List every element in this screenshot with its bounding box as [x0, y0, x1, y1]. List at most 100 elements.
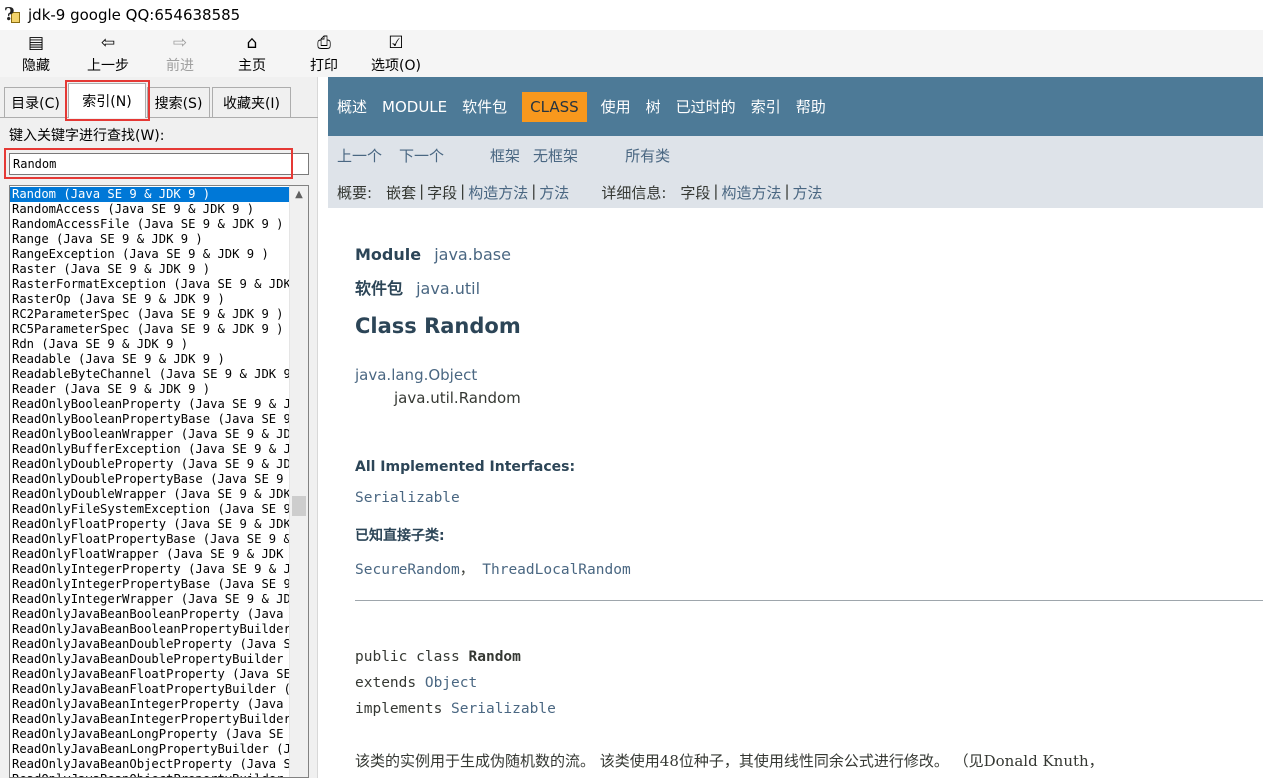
tab-favorites[interactable]: 收藏夹(I)	[212, 87, 291, 117]
object-link[interactable]: java.lang.Object	[355, 366, 477, 384]
index-list-item[interactable]: Raster (Java SE 9 & JDK 9 )	[10, 262, 289, 277]
nav-tree[interactable]: 树	[646, 96, 661, 117]
keyword-search-input[interactable]	[9, 153, 309, 175]
all-classes-link[interactable]: 所有类	[625, 145, 670, 166]
index-list-item[interactable]: Range (Java SE 9 & JDK 9 )	[10, 232, 289, 247]
index-listbox[interactable]: Random (Java SE 9 & JDK 9 ) RandomAccess …	[9, 185, 309, 778]
detail-constructor-link[interactable]: 构造方法	[721, 182, 781, 203]
index-list-item[interactable]: ReadOnlyFloatWrapper (Java SE 9 & JDK 9 …	[10, 547, 289, 562]
nav-overview[interactable]: 概述	[337, 96, 367, 117]
prev-class-link[interactable]: 上一个	[337, 145, 382, 166]
module-link[interactable]: java.base	[434, 245, 511, 264]
index-list-item[interactable]: ReadOnlyJavaBeanFloatProperty (Java SE 9…	[10, 667, 289, 682]
forward-label: 前进	[166, 58, 194, 74]
index-list-item[interactable]: ReadOnlyBooleanProperty (Java SE 9 & JDK…	[10, 397, 289, 412]
index-list-item[interactable]: Random (Java SE 9 & JDK 9 )	[10, 187, 289, 202]
index-list-item[interactable]: ReadOnlyJavaBeanObjectPropertyBuilder (J…	[10, 772, 289, 777]
decl-serializable-link[interactable]: Serializable	[451, 701, 556, 717]
index-list-item[interactable]: ReadOnlyFileSystemException (Java SE 9 &…	[10, 502, 289, 517]
frames-link[interactable]: 框架	[490, 145, 520, 166]
serializable-link[interactable]: Serializable	[355, 490, 460, 506]
index-list-item[interactable]: ReadOnlyFloatProperty (Java SE 9 & JDK 9…	[10, 517, 289, 532]
index-list-item[interactable]: Rdn (Java SE 9 & JDK 9 )	[10, 337, 289, 352]
index-list-item[interactable]: RangeException (Java SE 9 & JDK 9 )	[10, 247, 289, 262]
index-list-item[interactable]: ReadOnlyJavaBeanFloatPropertyBuilder (Ja…	[10, 682, 289, 697]
index-list-item[interactable]: ReadOnlyBufferException (Java SE 9 & JDK…	[10, 442, 289, 457]
index-list-item[interactable]: RC2ParameterSpec (Java SE 9 & JDK 9 )	[10, 307, 289, 322]
index-list-item[interactable]: ReadOnlyDoubleWrapper (Java SE 9 & JDK 9…	[10, 487, 289, 502]
hide-icon: ▤	[27, 33, 45, 53]
index-list-item[interactable]: ReadOnlyJavaBeanIntegerProperty (Java SE…	[10, 697, 289, 712]
index-list-item[interactable]: ReadOnlyIntegerPropertyBase (Java SE 9 &…	[10, 577, 289, 592]
package-link[interactable]: java.util	[416, 279, 480, 298]
index-list-item[interactable]: ReadOnlyJavaBeanObjectProperty (Java SE …	[10, 757, 289, 772]
summary-constructor-link[interactable]: 构造方法	[468, 182, 528, 203]
index-list-item[interactable]: ReadableByteChannel (Java SE 9 & JDK 9 )	[10, 367, 289, 382]
index-list-item[interactable]: ReadOnlyJavaBeanDoublePropertyBuilder (J…	[10, 652, 289, 667]
index-list-item[interactable]: ReadOnlyJavaBeanBooleanProperty (Java SE…	[10, 607, 289, 622]
index-list-item[interactable]: Readable (Java SE 9 & JDK 9 )	[10, 352, 289, 367]
decl-line-3: implements Serializable	[355, 696, 556, 722]
back-button[interactable]: ⇦ 上一步	[72, 30, 144, 77]
tab-divider	[0, 117, 318, 118]
index-list-item[interactable]: RandomAccessFile (Java SE 9 & JDK 9 )	[10, 217, 289, 232]
implemented-interfaces-header: All Implemented Interfaces:	[355, 459, 576, 475]
index-list-item[interactable]: ReadOnlyIntegerProperty (Java SE 9 & JDK…	[10, 562, 289, 577]
options-label: 选项(O)	[371, 58, 421, 74]
summary-label: 概要:	[337, 184, 373, 202]
index-list-item[interactable]: ReadOnlyJavaBeanLongProperty (Java SE 9 …	[10, 727, 289, 742]
threadlocalrandom-link[interactable]: ThreadLocalRandom	[482, 562, 630, 578]
detail-method-link[interactable]: 方法	[793, 182, 823, 203]
nav-index[interactable]: 索引	[751, 96, 781, 117]
print-button[interactable]: ⎙ 打印	[288, 30, 360, 77]
scroll-thumb[interactable]	[292, 496, 306, 516]
index-list-item[interactable]: ReadOnlyBooleanPropertyBase (Java SE 9 &…	[10, 412, 289, 427]
scroll-up-icon[interactable]: ▲	[290, 186, 308, 203]
separator: |	[419, 182, 425, 200]
index-list-item[interactable]: ReadOnlyDoublePropertyBase (Java SE 9 & …	[10, 472, 289, 487]
index-list-item[interactable]: RC5ParameterSpec (Java SE 9 & JDK 9 )	[10, 322, 289, 337]
home-button[interactable]: ⌂ 主页	[216, 30, 288, 77]
index-list-item[interactable]: ReadOnlyJavaBeanDoubleProperty (Java SE …	[10, 637, 289, 652]
top-nav-bar: 概述 MODULE 软件包 CLASS 使用 树 已过时的 索引 帮助	[328, 77, 1263, 136]
list-scrollbar[interactable]: ▲	[289, 186, 308, 777]
hide-button[interactable]: ▤ 隐藏	[0, 30, 72, 77]
nav-deprecated[interactable]: 已过时的	[676, 96, 736, 117]
tab-contents-label: 目录(C)	[11, 95, 60, 112]
inheritance-child: java.util.Random	[394, 389, 521, 407]
tab-index[interactable]: 索引(N)	[68, 83, 146, 118]
no-frames-link[interactable]: 无框架	[533, 145, 578, 166]
nav-help[interactable]: 帮助	[796, 96, 826, 117]
next-class-link[interactable]: 下一个	[399, 145, 444, 166]
index-list-item[interactable]: ReadOnlyJavaBeanBooleanPropertyBuilder (…	[10, 622, 289, 637]
index-list-item[interactable]: RasterOp (Java SE 9 & JDK 9 )	[10, 292, 289, 307]
index-list-item[interactable]: RandomAccess (Java SE 9 & JDK 9 )	[10, 202, 289, 217]
index-list-item[interactable]: ReadOnlyFloatPropertyBase (Java SE 9 & J…	[10, 532, 289, 547]
securerandom-link[interactable]: SecureRandom	[355, 562, 460, 578]
nav-module[interactable]: MODULE	[382, 98, 447, 116]
index-list-item[interactable]: ReadOnlyBooleanWrapper (Java SE 9 & JDK …	[10, 427, 289, 442]
nav-package[interactable]: 软件包	[462, 96, 507, 117]
tab-index-label: 索引(N)	[82, 94, 132, 110]
tab-contents[interactable]: 目录(C)	[4, 87, 67, 117]
back-label: 上一步	[87, 58, 129, 74]
toolbar: ▤ 隐藏 ⇦ 上一步 ⇨ 前进 ⌂ 主页 ⎙ 打印 ☑ 选项(O)	[0, 30, 1263, 77]
decl-name: Random	[468, 649, 521, 665]
navigation-pane: 目录(C) 索引(N) 搜索(S) 收藏夹(I) 键入关键字进行查找(W): R…	[0, 77, 318, 778]
known-subclasses: SecureRandom， ThreadLocalRandom	[355, 558, 631, 579]
decl-object-link[interactable]: Object	[425, 675, 477, 691]
nav-use[interactable]: 使用	[601, 96, 631, 117]
forward-button[interactable]: ⇨ 前进	[144, 30, 216, 77]
options-button[interactable]: ☑ 选项(O)	[360, 30, 432, 77]
index-list-item[interactable]: RasterFormatException (Java SE 9 & JDK 9…	[10, 277, 289, 292]
index-list-item[interactable]: ReadOnlyJavaBeanLongPropertyBuilder (Jav…	[10, 742, 289, 757]
summary-method-link[interactable]: 方法	[539, 182, 569, 203]
index-list-item[interactable]: ReadOnlyJavaBeanIntegerPropertyBuilder (…	[10, 712, 289, 727]
index-list-item[interactable]: ReadOnlyIntegerWrapper (Java SE 9 & JDK …	[10, 592, 289, 607]
decl-extends: extends	[355, 675, 417, 691]
tab-search[interactable]: 搜索(S)	[147, 87, 210, 117]
decl-line-1: public class Random	[355, 644, 556, 670]
index-list-item[interactable]: ReadOnlyDoubleProperty (Java SE 9 & JDK …	[10, 457, 289, 472]
tab-search-label: 搜索(S)	[154, 95, 203, 112]
index-list-item[interactable]: Reader (Java SE 9 & JDK 9 )	[10, 382, 289, 397]
